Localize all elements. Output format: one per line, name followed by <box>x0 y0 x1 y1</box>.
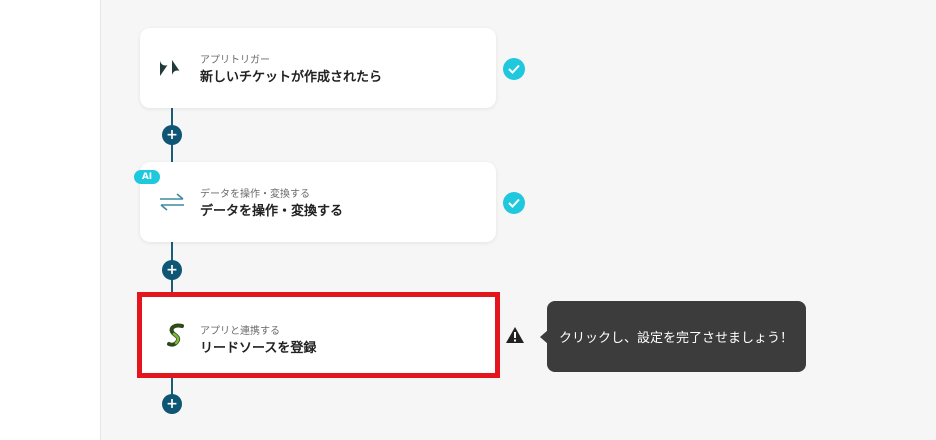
left-sidebar <box>0 0 100 440</box>
step-title: リードソースを登録 <box>200 341 317 356</box>
warning-icon <box>505 326 525 344</box>
step-complete-check-icon <box>503 192 525 214</box>
zendesk-icon <box>158 56 186 80</box>
flow-step-trigger[interactable]: アプリトリガー 新しいチケットが作成されたら <box>140 28 496 108</box>
add-step-button[interactable]: + <box>162 394 182 414</box>
setup-tooltip: クリックし、設定を完了させましょう！ <box>547 301 806 372</box>
tooltip-text: クリックし、設定を完了させましょう！ <box>559 331 794 346</box>
step-subtitle: アプリトリガー <box>200 55 270 66</box>
flow-step-leadsource-highlight[interactable]: アプリと連携する リードソースを登録 <box>137 292 500 378</box>
add-step-button[interactable]: + <box>162 260 182 280</box>
flow-step-transform[interactable]: AI データを操作・変換する データを操作・変換する <box>134 162 496 242</box>
step-subtitle: アプリと連携する <box>200 326 280 337</box>
step-subtitle: データを操作・変換する <box>200 189 310 200</box>
leadsource-icon <box>164 323 188 349</box>
step-complete-check-icon <box>503 58 525 80</box>
step-title: データを操作・変換する <box>200 204 344 219</box>
transform-arrows-icon <box>158 190 186 214</box>
step-title: 新しいチケットが作成されたら <box>200 70 383 85</box>
ai-badge: AI <box>134 170 160 184</box>
add-step-button[interactable]: + <box>162 125 182 145</box>
